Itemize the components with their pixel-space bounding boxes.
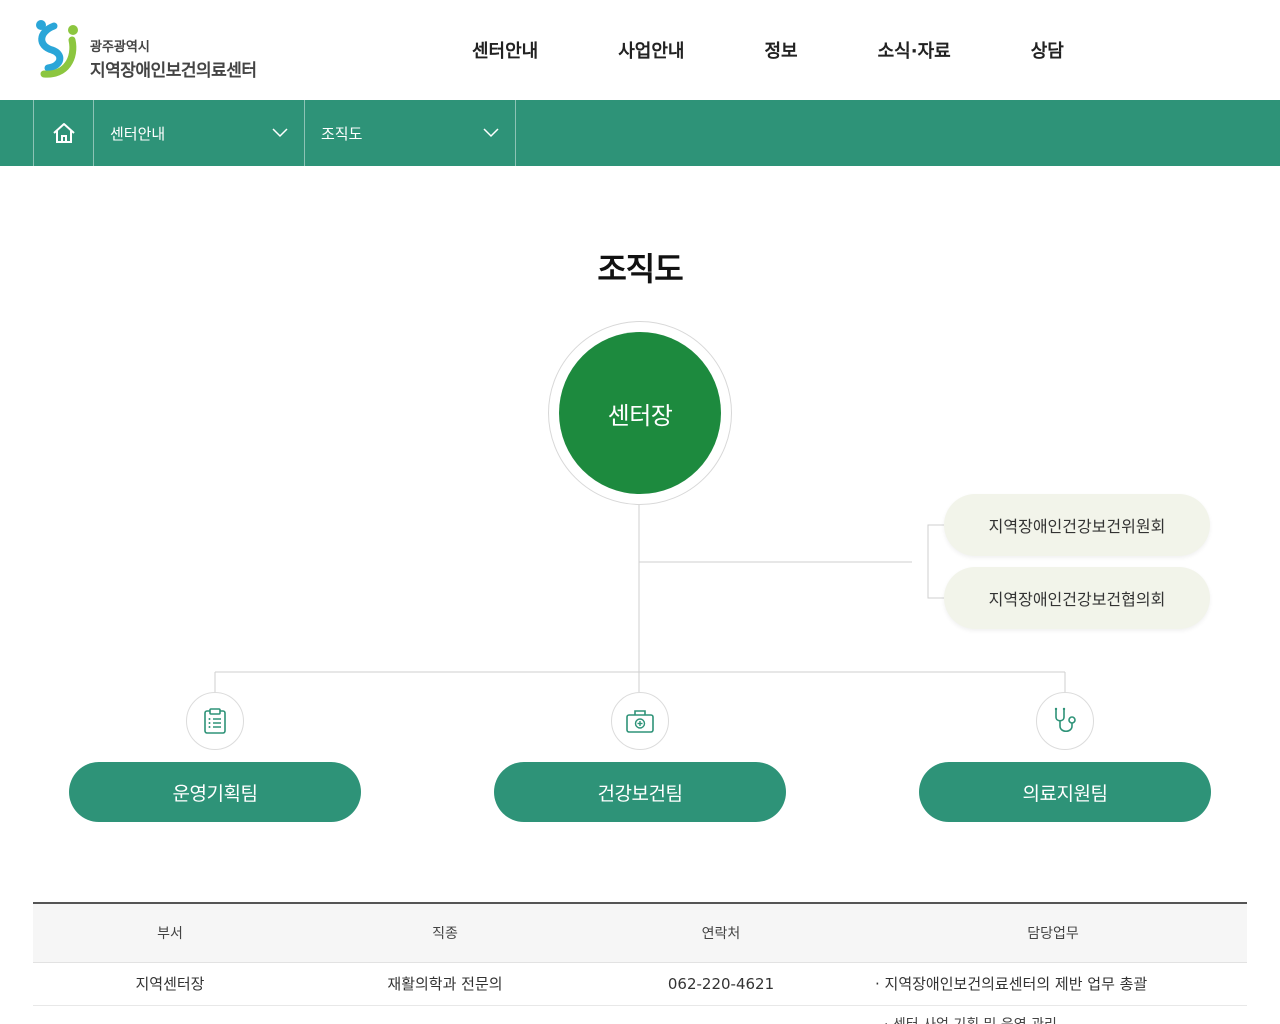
clipboard-list-icon <box>204 708 226 734</box>
table-header-row: 부서 직종 연락처 담당업무 <box>33 903 1247 963</box>
main-nav: 센터안내 사업안내 정보 소식·자료 상담 <box>430 0 1064 100</box>
site-logo[interactable]: 광주광역시 지역장애인보건의료센터 <box>32 18 272 82</box>
table-header-job: 직종 <box>307 903 583 963</box>
logo-subtitle: 광주광역시 <box>90 40 150 55</box>
stethoscope-icon <box>1054 707 1076 733</box>
location-depth2-label: 조직도 <box>321 124 363 143</box>
staff-table: 부서 직종 연락처 담당업무 지역센터장 재활의학과 전문의 062-220-4… <box>33 902 1247 1006</box>
medical-kit-icon <box>626 710 654 733</box>
org-head-node: 센터장 <box>559 332 721 494</box>
site-header: 광주광역시 지역장애인보건의료센터 센터안내 사업안내 정보 소식·자료 상담 <box>0 0 1280 100</box>
page-title: 조직도 <box>597 250 683 288</box>
committee-node-health-council: 지역장애인건강보건협의회 <box>944 567 1210 629</box>
location-dropdown-depth1[interactable]: 센터안내 <box>94 100 305 166</box>
team-node-medical-support[interactable]: 의료지원팀 <box>919 762 1211 822</box>
location-depth1-label: 센터안내 <box>110 124 166 143</box>
table-header-dept: 부서 <box>33 903 307 963</box>
location-dropdown-depth2[interactable]: 조직도 <box>305 100 516 166</box>
table-header-phone: 연락처 <box>583 903 859 963</box>
team-node-health[interactable]: 건강보건팀 <box>494 762 786 822</box>
table-header-duty: 담당업무 <box>859 903 1247 963</box>
table-row: 지역센터장 재활의학과 전문의 062-220-4621 · 지역장애인보건의료… <box>33 962 1247 1006</box>
table-cell-phone: 062-220-4621 <box>583 962 859 1006</box>
table-cell-duty: · 지역장애인보건의료센터의 제반 업무 총괄 <box>859 962 1247 1006</box>
table-cell-dept: 지역센터장 <box>33 962 307 1006</box>
home-button[interactable] <box>33 100 94 166</box>
committee-node-health-committee: 지역장애인건강보건위원회 <box>944 494 1210 556</box>
nav-item-center-info[interactable]: 센터안내 <box>472 37 538 63</box>
location-bar: 센터안내 조직도 <box>0 100 1280 166</box>
table-row-partial-duty: · 센터 사업 기획 및 운영 관리 <box>884 1014 1057 1024</box>
nav-item-info[interactable]: 정보 <box>765 37 798 63</box>
nav-item-consult[interactable]: 상담 <box>1031 37 1064 63</box>
team-icon-circle <box>1036 692 1094 750</box>
chevron-down-icon <box>272 128 288 138</box>
logo-mark-icon <box>36 20 78 78</box>
table-cell-job: 재활의학과 전문의 <box>307 962 583 1006</box>
chevron-down-icon <box>483 128 499 138</box>
home-icon <box>52 123 75 143</box>
logo-title: 지역장애인보건의료센터 <box>90 61 257 81</box>
team-icon-circle <box>611 692 669 750</box>
team-node-planning[interactable]: 운영기획팀 <box>69 762 361 822</box>
nav-item-business[interactable]: 사업안내 <box>618 37 684 63</box>
team-icon-circle <box>186 692 244 750</box>
nav-item-news[interactable]: 소식·자료 <box>878 37 951 63</box>
